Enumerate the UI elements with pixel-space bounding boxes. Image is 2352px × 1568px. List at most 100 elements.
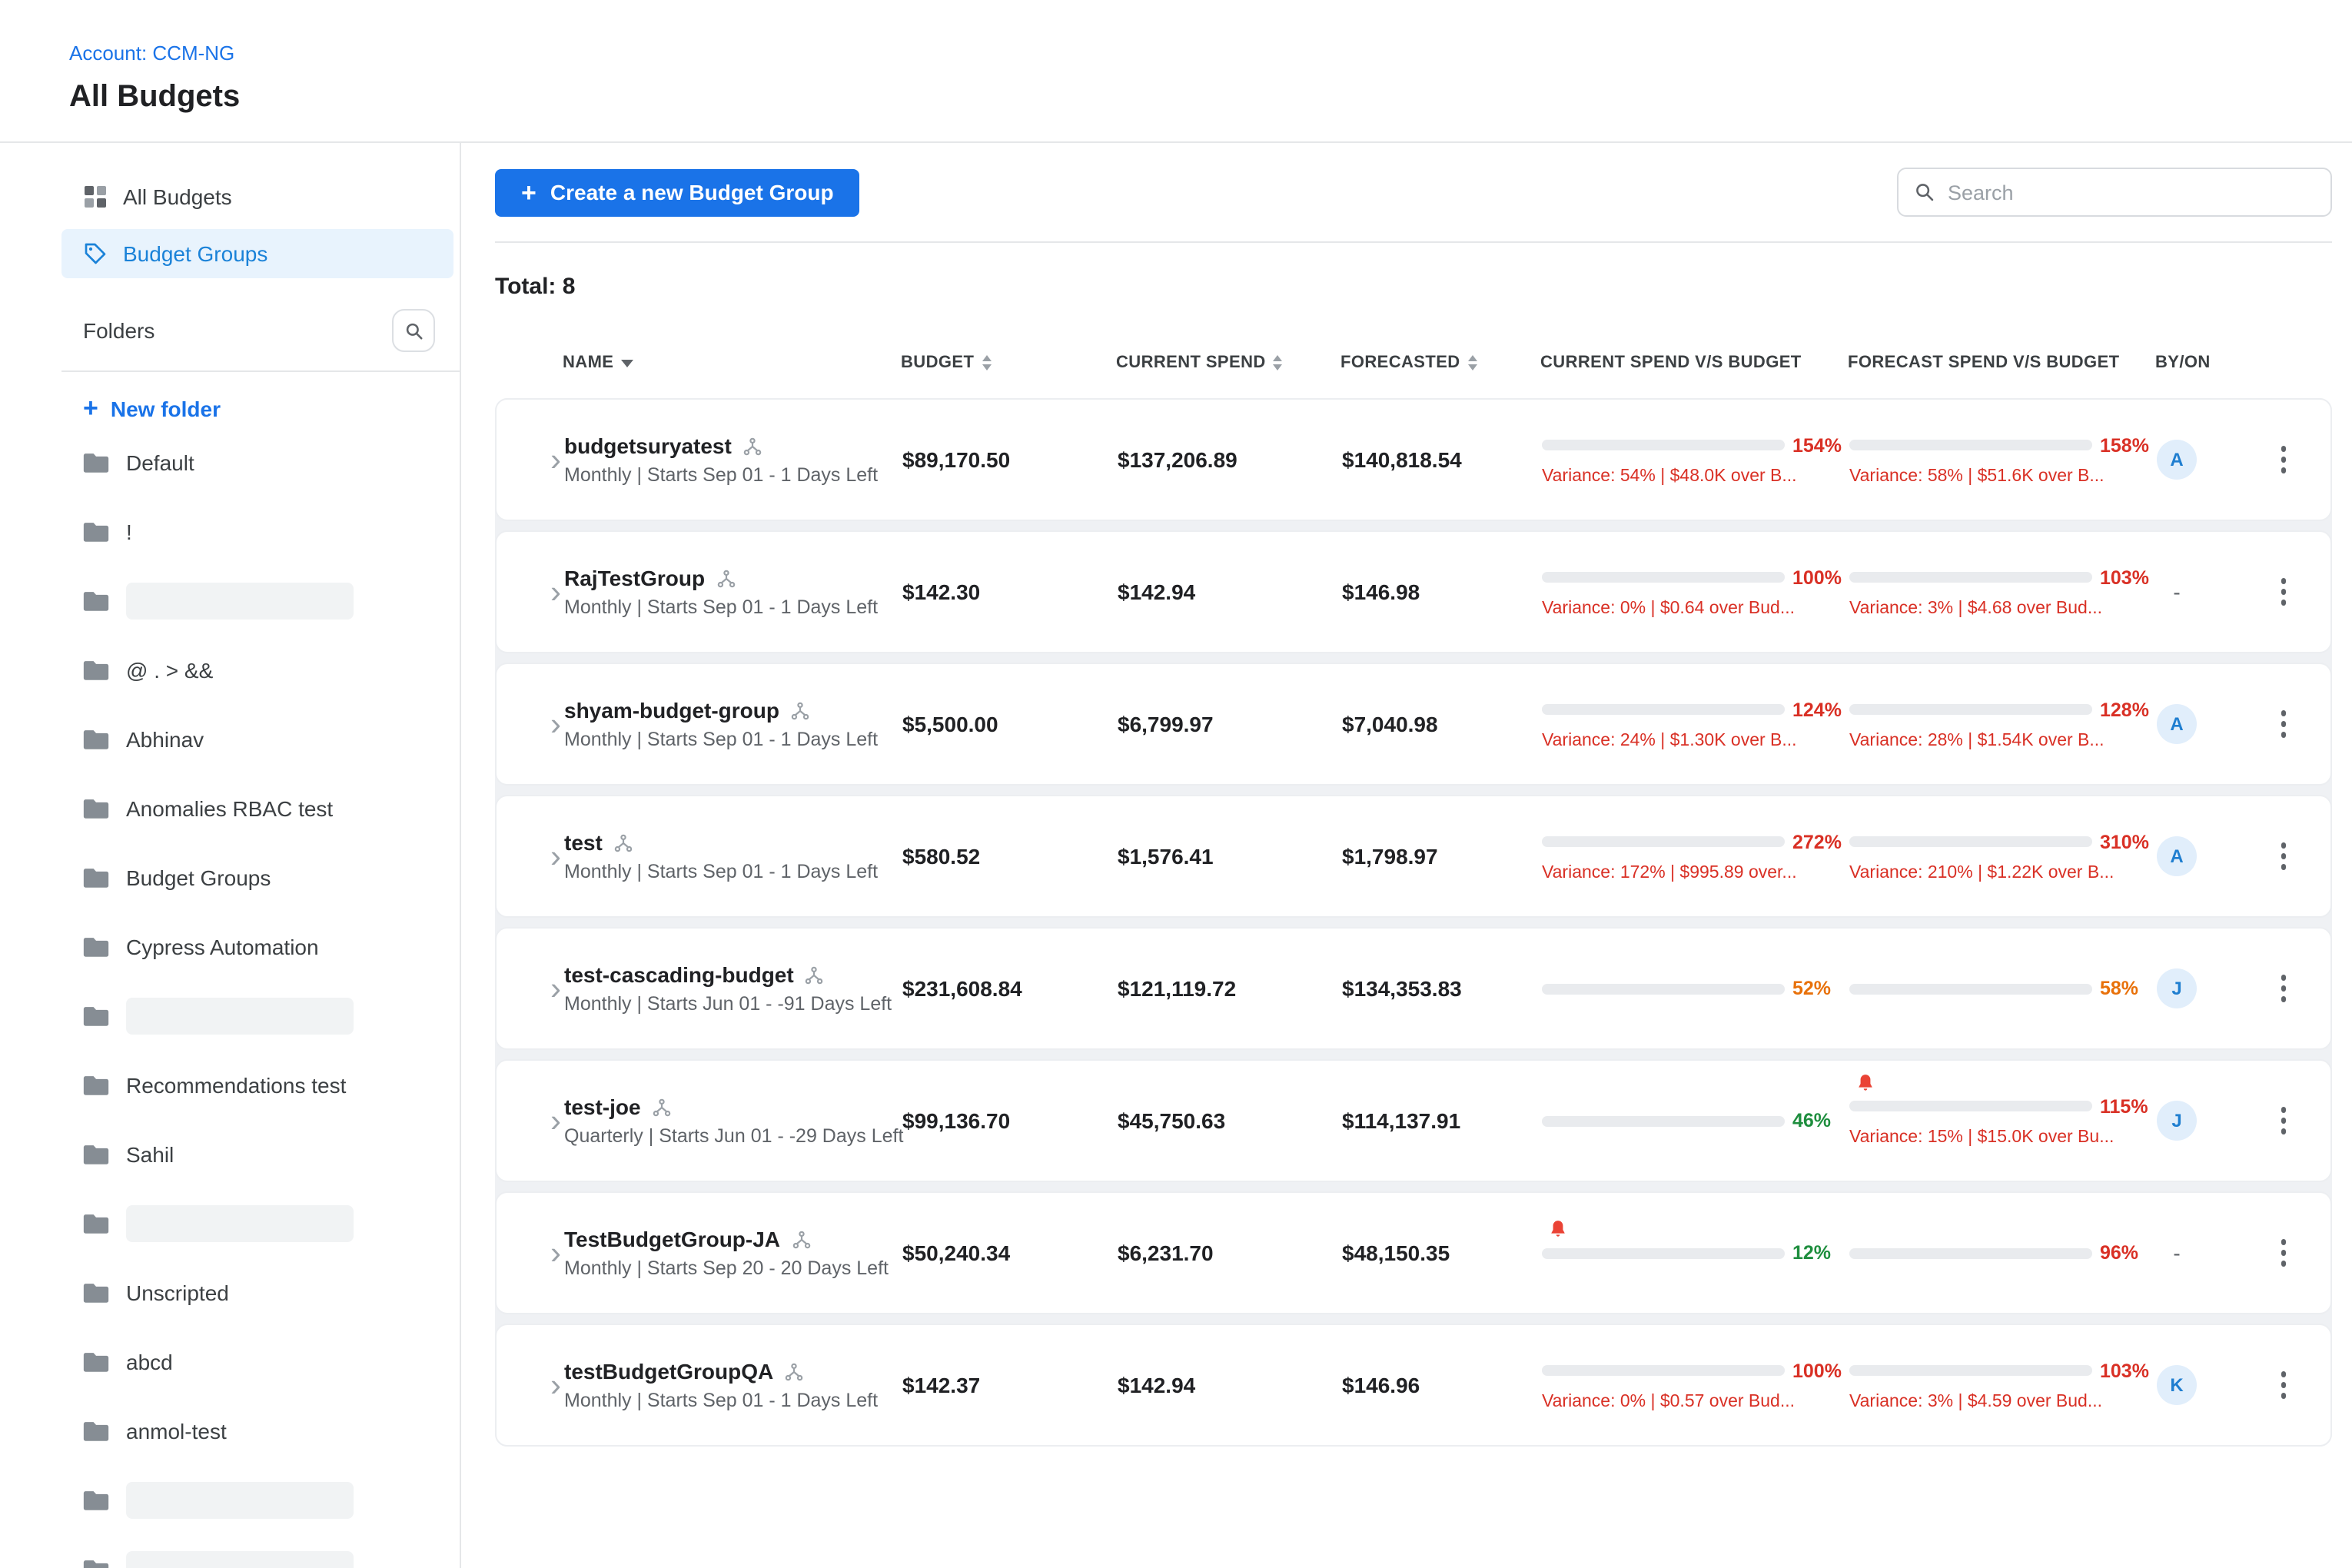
folder-item[interactable] — [0, 1188, 460, 1257]
folder-item[interactable]: Sahil — [0, 1119, 460, 1188]
budget-group-name: budgetsuryatest — [564, 434, 732, 458]
current-vs-budget-cell: 46% — [1542, 1110, 1849, 1131]
row-actions-cell — [2237, 1233, 2330, 1273]
table-row[interactable]: › shyam-budget-group Monthly | Starts Se… — [495, 663, 2332, 786]
folder-item[interactable]: anmol-test — [0, 1396, 460, 1465]
toolbar: + Create a new Budget Group — [495, 143, 2332, 243]
avatar[interactable]: - — [2157, 1233, 2197, 1273]
kebab-menu-icon[interactable] — [2264, 704, 2304, 744]
table-row[interactable]: › test-joe Quarterly | Starts Jun 01 - -… — [495, 1059, 2332, 1182]
folder-item[interactable] — [0, 1534, 460, 1568]
column-header-forecasted[interactable]: FORECASTED — [1340, 354, 1540, 372]
kebab-menu-icon[interactable] — [2264, 1365, 2304, 1405]
avatar[interactable]: J — [2157, 968, 2197, 1008]
by-on-cell: - — [2157, 572, 2237, 612]
avatar[interactable]: A — [2157, 704, 2197, 744]
folder-item[interactable]: abcd — [0, 1327, 460, 1396]
forecasted-value: $146.98 — [1342, 580, 1542, 604]
avatar[interactable]: - — [2157, 572, 2197, 612]
folder-item[interactable]: Abhinav — [0, 704, 460, 773]
folder-item[interactable] — [0, 1465, 460, 1534]
table-row[interactable]: › TestBudgetGroup-JA Monthly | Starts Se… — [495, 1191, 2332, 1314]
row-expand-chevron[interactable]: › — [497, 1105, 564, 1137]
kebab-menu-icon[interactable] — [2264, 1233, 2304, 1273]
row-expand-chevron[interactable]: › — [497, 1369, 564, 1401]
budget-group-name-cell: budgetsuryatest Monthly | Starts Sep 01 … — [564, 434, 902, 486]
variance-text: Variance: 0% | $0.57 over Bud... — [1542, 1392, 1849, 1410]
column-header-name[interactable]: NAME — [563, 354, 901, 372]
folder-label: Abhinav — [126, 726, 204, 751]
new-folder-label: New folder — [111, 396, 221, 420]
table-row[interactable]: › budgetsuryatest Monthly | Starts Sep 0… — [495, 398, 2332, 521]
sidebar-item-budget-groups[interactable]: Budget Groups — [61, 229, 453, 278]
group-icon — [791, 1229, 811, 1249]
budget-value: $89,170.50 — [902, 447, 1118, 472]
row-expand-chevron[interactable]: › — [497, 840, 564, 872]
budget-group-schedule: Monthly | Starts Sep 01 - 1 Days Left — [564, 596, 902, 618]
by-on-cell: A — [2157, 440, 2237, 480]
current-spend-value: $121,119.72 — [1118, 976, 1342, 1001]
row-actions-cell — [2237, 1101, 2330, 1141]
by-on-cell: J — [2157, 1101, 2237, 1141]
current-vs-budget-cell: 100% Variance: 0% | $0.57 over Bud... — [1542, 1360, 1849, 1410]
variance-text: Variance: 0% | $0.64 over Bud... — [1542, 599, 1849, 617]
column-header-budget[interactable]: BUDGET — [901, 354, 1116, 372]
row-expand-chevron[interactable]: › — [497, 708, 564, 740]
folder-search-button[interactable] — [392, 309, 435, 352]
folder-label: Unscripted — [126, 1280, 229, 1304]
folder-item[interactable]: ! — [0, 497, 460, 566]
create-budget-group-button[interactable]: + Create a new Budget Group — [495, 168, 860, 216]
progress-bar-track — [1849, 1101, 2092, 1111]
current-spend-value: $1,576.41 — [1118, 844, 1342, 869]
avatar[interactable]: K — [2157, 1365, 2197, 1405]
folder-icon — [83, 520, 109, 542]
folder-item[interactable]: Anomalies RBAC test — [0, 773, 460, 842]
plus-icon: + — [83, 395, 98, 421]
kebab-menu-icon[interactable] — [2264, 836, 2304, 876]
avatar[interactable]: A — [2157, 836, 2197, 876]
folder-label — [126, 582, 354, 619]
kebab-menu-icon[interactable] — [2264, 440, 2304, 480]
folder-item[interactable]: Default — [0, 427, 460, 497]
row-actions-cell — [2237, 836, 2330, 876]
folder-icon — [83, 451, 109, 473]
kebab-menu-icon[interactable] — [2264, 1101, 2304, 1141]
folder-label — [126, 1550, 354, 1568]
avatar[interactable]: A — [2157, 440, 2197, 480]
kebab-menu-icon[interactable] — [2264, 572, 2304, 612]
account-link[interactable]: Account: CCM-NG — [69, 42, 234, 65]
table-row[interactable]: › test Monthly | Starts Sep 01 - 1 Days … — [495, 795, 2332, 918]
current-spend-value: $142.94 — [1118, 580, 1342, 604]
progress-percent: 310% — [2100, 831, 2149, 852]
folder-item[interactable]: @ . > && — [0, 635, 460, 704]
folder-item[interactable] — [0, 981, 460, 1050]
kebab-menu-icon[interactable] — [2264, 968, 2304, 1008]
folder-item[interactable]: Recommendations test — [0, 1050, 460, 1119]
sidebar-item-all-budgets[interactable]: All Budgets — [61, 172, 453, 221]
current-vs-budget-cell: 272% Variance: 172% | $995.89 over... — [1542, 831, 1849, 882]
budget-value: $142.30 — [902, 580, 1118, 604]
folder-item[interactable]: Cypress Automation — [0, 912, 460, 981]
avatar[interactable]: J — [2157, 1101, 2197, 1141]
progress-percent: 58% — [2100, 978, 2138, 999]
search-input[interactable] — [1948, 181, 2315, 204]
folder-item[interactable]: Unscripted — [0, 1257, 460, 1327]
group-icon — [784, 1361, 804, 1381]
folder-item[interactable]: Budget Groups — [0, 842, 460, 912]
progress-bar-track — [1542, 1365, 1785, 1376]
table-row[interactable]: › test-cascading-budget Monthly | Starts… — [495, 927, 2332, 1050]
row-expand-chevron[interactable]: › — [497, 443, 564, 476]
table-row[interactable]: › RajTestGroup Monthly | Starts Sep 01 -… — [495, 530, 2332, 653]
folder-label: Cypress Automation — [126, 934, 319, 958]
new-folder-button[interactable]: + New folder — [83, 395, 460, 421]
search-box[interactable] — [1897, 168, 2332, 217]
row-actions-cell — [2237, 572, 2330, 612]
row-expand-chevron[interactable]: › — [497, 972, 564, 1005]
row-expand-chevron[interactable]: › — [497, 576, 564, 608]
table-header: NAME BUDGET CURRENT SPEND FORECASTED — [495, 340, 2332, 386]
folder-item[interactable] — [0, 566, 460, 635]
progress-bar-track — [1849, 1247, 2092, 1258]
row-expand-chevron[interactable]: › — [497, 1237, 564, 1269]
table-row[interactable]: › testBudgetGroupQA Monthly | Starts Sep… — [495, 1324, 2332, 1447]
column-header-current-spend[interactable]: CURRENT SPEND — [1116, 354, 1340, 372]
